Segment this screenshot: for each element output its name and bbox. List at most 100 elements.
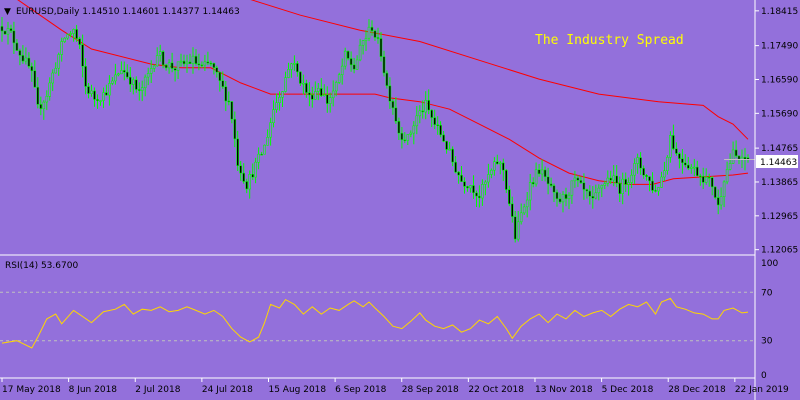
candle-body: [284, 77, 287, 92]
candle-body: [18, 50, 22, 56]
candle-body: [379, 38, 383, 57]
candle-body: [669, 135, 672, 158]
symbol-menu-icon[interactable]: ▼: [4, 7, 11, 17]
candle-body: [579, 180, 583, 184]
candle-body: [734, 149, 738, 157]
candle-body: [394, 107, 398, 122]
candle-body: [636, 157, 639, 164]
candle-body: [99, 100, 102, 102]
candle-body: [42, 101, 46, 109]
candle-body: [224, 86, 228, 102]
candle-body: [60, 41, 64, 55]
candle-body: [239, 165, 242, 174]
candle-body: [305, 82, 308, 93]
candle-body: [143, 76, 147, 88]
candle-body: [600, 185, 604, 189]
candle-body: [72, 29, 75, 34]
candle-body: [576, 177, 580, 181]
candle-body: [269, 122, 272, 138]
time-tick-label: 22 Jan 2019: [735, 385, 789, 395]
candle-body: [698, 175, 702, 178]
candle-body: [260, 153, 263, 156]
candle-body: [179, 60, 183, 63]
candle-body: [445, 140, 448, 150]
candle-body: [281, 91, 284, 98]
candle-body: [96, 99, 99, 102]
candle-body: [290, 63, 293, 70]
candle-body: [176, 61, 180, 71]
candle-body: [469, 185, 472, 189]
candle-body: [248, 174, 251, 190]
candle-body: [388, 85, 392, 102]
candle-body: [433, 117, 437, 125]
time-tick-label: 28 Sep 2018: [402, 385, 459, 395]
candle-body: [242, 172, 245, 182]
candle-body: [528, 182, 532, 201]
candle-body: [206, 61, 210, 64]
candle-body: [540, 169, 544, 175]
candle-body: [328, 97, 332, 104]
candle-body: [621, 178, 625, 194]
candle-body: [140, 87, 144, 91]
candle-body: [412, 125, 416, 134]
candle-body: [30, 66, 34, 72]
candle-body: [266, 137, 269, 146]
candle-body: [534, 169, 538, 185]
rsi-tick-label: 70: [761, 288, 773, 298]
candle-body: [15, 42, 19, 51]
candle-body: [400, 132, 404, 140]
time-tick-label: 24 Jul 2018: [202, 385, 253, 395]
candle-body: [27, 57, 31, 67]
candle-body: [675, 148, 678, 154]
time-tick-label: 6 Sep 2018: [335, 385, 387, 395]
candle-body: [728, 163, 732, 170]
candle-body: [391, 101, 395, 109]
candle-body: [63, 37, 67, 42]
candle-body: [129, 76, 132, 85]
candle-body: [123, 70, 126, 73]
candle-body: [546, 176, 550, 185]
candle-body: [188, 61, 192, 64]
candle-body: [448, 148, 451, 151]
candle-body: [475, 192, 478, 197]
candle-body: [552, 185, 556, 193]
candle-body: [9, 28, 13, 32]
candle-body: [490, 169, 493, 175]
candle-body: [57, 54, 61, 69]
candle-body: [666, 157, 669, 172]
price-tick-label: 1.15690: [761, 109, 798, 119]
candle-body: [609, 177, 613, 181]
candle-body: [424, 100, 428, 113]
candle-body: [663, 170, 666, 178]
candle-body: [722, 181, 726, 197]
rsi-tick-label: 0: [761, 371, 767, 381]
rsi-tick-label: 30: [761, 337, 773, 347]
candle-body: [484, 181, 487, 185]
candle-body: [633, 163, 636, 176]
chart-window: ▼ EURUSD,Daily 1.14510 1.14601 1.14377 1…: [0, 0, 800, 400]
candle-body: [170, 62, 174, 69]
candle-body: [731, 149, 735, 164]
price-tick-label: 1.13865: [761, 178, 798, 188]
price-tick-label: 1.14765: [761, 144, 798, 154]
candle-body: [630, 174, 633, 183]
candle-body: [233, 118, 237, 140]
candle-body: [287, 69, 290, 78]
candle-body: [472, 185, 475, 194]
candle-body: [507, 189, 511, 205]
candle-body: [138, 89, 141, 91]
price-tick-label: 1.16590: [761, 76, 798, 86]
candle-body: [573, 177, 577, 182]
candle-body: [215, 67, 219, 73]
time-tick-label: 2 Jul 2018: [135, 385, 180, 395]
candle-body: [48, 82, 52, 97]
candle-body: [161, 51, 165, 66]
candle-body: [719, 196, 723, 206]
candle-body: [105, 92, 108, 96]
candle-body: [487, 174, 490, 183]
price-tick-label: 1.12965: [761, 212, 798, 222]
candle-body: [78, 38, 81, 45]
candle-body: [352, 64, 356, 70]
candle-body: [135, 79, 138, 90]
candle-body: [340, 65, 344, 75]
